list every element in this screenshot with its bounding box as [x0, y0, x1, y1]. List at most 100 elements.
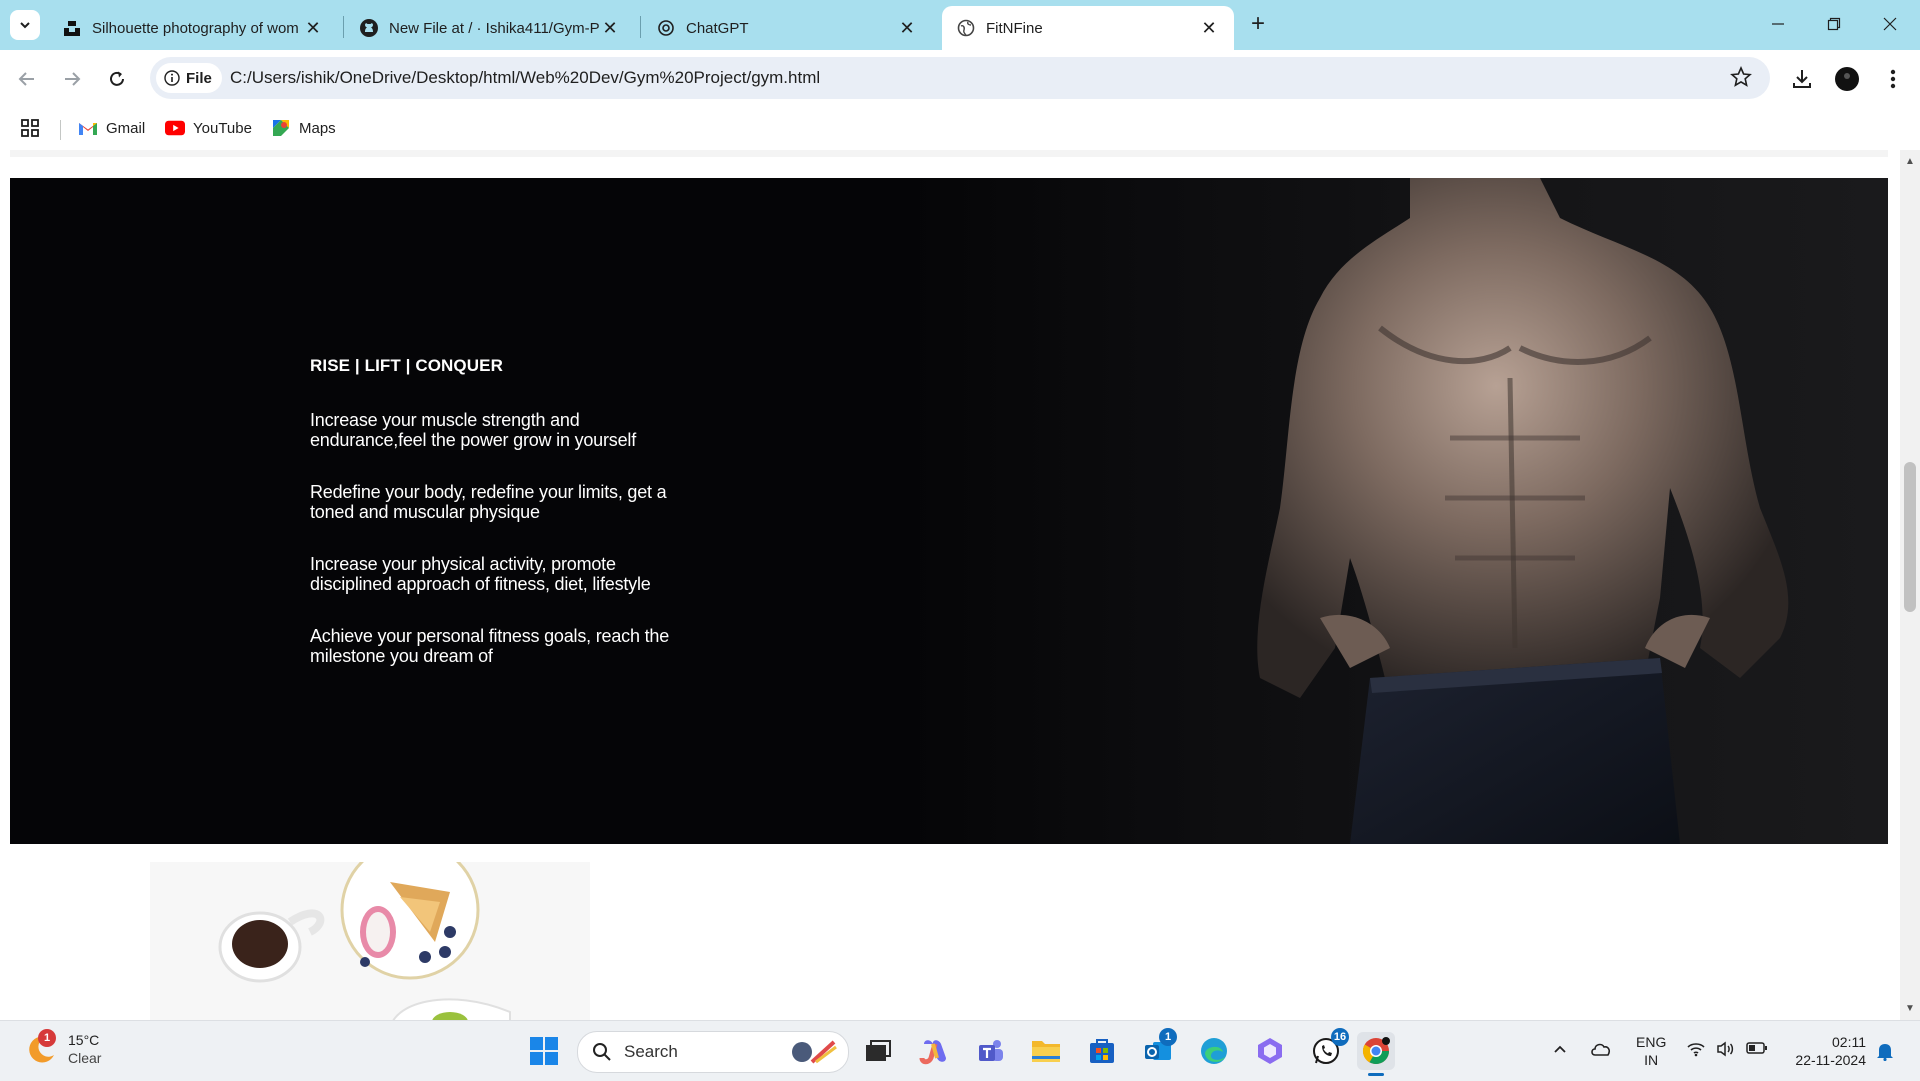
- search-highlight-icon: [792, 1040, 837, 1064]
- outlook-badge: 1: [1159, 1028, 1177, 1046]
- scroll-up-icon[interactable]: ▲: [1905, 156, 1915, 167]
- healthy-breakfast-image: [150, 862, 590, 1020]
- edge-app[interactable]: [1195, 1032, 1233, 1070]
- weather-moon-icon: 1: [26, 1029, 58, 1065]
- close-tab-icon[interactable]: ✕: [302, 17, 324, 39]
- task-view-icon: [866, 1040, 891, 1061]
- profile-avatar[interactable]: [1832, 64, 1862, 94]
- page-viewport: RISE | LIFT | CONQUER Increase your musc…: [0, 150, 1900, 1020]
- tab-title: FitNFine: [986, 19, 1043, 37]
- download-icon: [1793, 70, 1811, 88]
- reload-icon: [110, 71, 124, 86]
- photos-app[interactable]: [1251, 1032, 1289, 1070]
- apps-button[interactable]: [20, 118, 40, 138]
- task-view-button[interactable]: [859, 1032, 897, 1070]
- battery-tray[interactable]: [1746, 1041, 1768, 1055]
- tab-title: New File at / · Ishika411/Gym-P: [389, 19, 599, 37]
- chatgpt-icon: [656, 18, 676, 38]
- unsplash-icon: [62, 18, 82, 38]
- language-indicator[interactable]: ENG IN: [1636, 1033, 1666, 1069]
- browser-toolbar: File C:/Users/ishik/OneDrive/Desktop/htm…: [0, 50, 1920, 108]
- clock-time: 02:11: [1832, 1034, 1866, 1050]
- restore-icon: [1827, 17, 1841, 31]
- scheme-label: File: [186, 69, 212, 87]
- teams-app[interactable]: [971, 1032, 1009, 1070]
- weather-condition: Clear: [68, 1050, 102, 1066]
- file-explorer-app[interactable]: [1027, 1032, 1065, 1070]
- weather-temperature: 15°C: [68, 1032, 100, 1048]
- vertical-scrollbar[interactable]: ▲ ▼: [1900, 150, 1920, 1020]
- hero-paragraph: Redefine your body, redefine your limits…: [310, 482, 667, 522]
- close-tab-icon[interactable]: ✕: [599, 17, 621, 39]
- windows-logo-icon: [530, 1037, 558, 1065]
- bookmarks-divider: [60, 120, 61, 140]
- show-hidden-icons[interactable]: [1552, 1041, 1568, 1057]
- scrollbar-thumb[interactable]: [1904, 462, 1916, 612]
- edge-icon: [1201, 1038, 1227, 1064]
- hero-paragraph: Achieve your personal fitness goals, rea…: [310, 626, 670, 666]
- tab-github[interactable]: New File at / · Ishika411/Gym-P ✕: [345, 6, 635, 50]
- bookmark-gmail[interactable]: Gmail: [78, 118, 145, 138]
- info-icon: [164, 70, 180, 86]
- start-button[interactable]: [525, 1032, 563, 1070]
- bookmark-star-icon[interactable]: [1730, 65, 1752, 93]
- arrow-right-icon: [65, 72, 81, 86]
- tab-unsplash[interactable]: Silhouette photography of wom ✕: [48, 6, 338, 50]
- onedrive-tray[interactable]: [1590, 1041, 1612, 1057]
- folder-icon: [1032, 1041, 1060, 1062]
- close-tab-icon[interactable]: ✕: [896, 17, 918, 39]
- scroll-down-icon[interactable]: ▼: [1905, 1003, 1915, 1014]
- chevron-up-icon: [1554, 1045, 1566, 1053]
- photos-icon: [1258, 1038, 1282, 1064]
- taskbar-search[interactable]: Search: [577, 1031, 849, 1073]
- volume-tray[interactable]: [1716, 1041, 1736, 1057]
- taskbar-clock[interactable]: 02:11 22-11-2024: [1786, 1033, 1866, 1069]
- reload-button[interactable]: [102, 64, 132, 94]
- site-info-chip[interactable]: File: [156, 63, 222, 93]
- weather-badge: 1: [38, 1029, 56, 1047]
- close-tab-icon[interactable]: ✕: [1198, 17, 1220, 39]
- chrome-app[interactable]: [1357, 1032, 1395, 1076]
- copilot-app[interactable]: [915, 1032, 953, 1070]
- apps-grid-icon: [21, 119, 39, 137]
- restore-button[interactable]: [1806, 0, 1862, 48]
- forward-button[interactable]: [57, 64, 87, 94]
- tab-fitnfine[interactable]: FitNFine ✕: [942, 6, 1234, 50]
- microsoft-store-app[interactable]: [1083, 1032, 1121, 1070]
- close-window-button[interactable]: [1862, 0, 1918, 48]
- tab-chatgpt[interactable]: ChatGPT ✕: [642, 6, 932, 50]
- address-bar[interactable]: File C:/Users/ishik/OneDrive/Desktop/htm…: [150, 57, 1770, 99]
- previous-section-edge: [10, 150, 1888, 157]
- new-tab-button[interactable]: +: [1245, 12, 1271, 38]
- bookmark-label: Gmail: [106, 119, 146, 137]
- maps-icon: [271, 118, 291, 138]
- gmail-icon: [78, 118, 98, 138]
- downloads-button[interactable]: [1787, 64, 1817, 94]
- bookmark-label: YouTube: [193, 119, 252, 137]
- battery-icon: [1746, 1042, 1767, 1054]
- avatar-icon: [1835, 67, 1859, 91]
- network-tray[interactable]: [1686, 1041, 1706, 1057]
- tab-search-button[interactable]: [10, 10, 40, 40]
- weather-widget[interactable]: 1 15°C Clear: [26, 1029, 102, 1067]
- store-icon: [1090, 1039, 1114, 1063]
- windows-taskbar: 1 15°C Clear Search 1 16 ENG IN 02:11 22…: [0, 1020, 1920, 1081]
- copilot-icon: [919, 1040, 946, 1065]
- search-placeholder: Search: [624, 1042, 678, 1061]
- language-region: IN: [1644, 1052, 1659, 1068]
- bookmark-youtube[interactable]: YouTube: [165, 118, 252, 138]
- url-text[interactable]: C:/Users/ishik/OneDrive/Desktop/html/Web…: [230, 68, 820, 88]
- chevron-down-icon: [20, 22, 30, 29]
- minimize-button[interactable]: [1750, 0, 1806, 48]
- bookmark-maps[interactable]: Maps: [271, 118, 336, 138]
- menu-button[interactable]: [1878, 64, 1908, 94]
- outlook-app[interactable]: 1: [1139, 1028, 1177, 1070]
- whatsapp-app[interactable]: 16: [1307, 1028, 1349, 1070]
- wifi-icon: [1687, 1043, 1705, 1057]
- volume-icon: [1717, 1041, 1734, 1057]
- hero-section: RISE | LIFT | CONQUER Increase your musc…: [10, 178, 1888, 844]
- minimize-icon: [1772, 23, 1784, 25]
- notifications-button[interactable]: [1876, 1041, 1894, 1061]
- back-button[interactable]: [12, 64, 42, 94]
- bookmarks-bar: Gmail YouTube Maps: [0, 108, 1920, 150]
